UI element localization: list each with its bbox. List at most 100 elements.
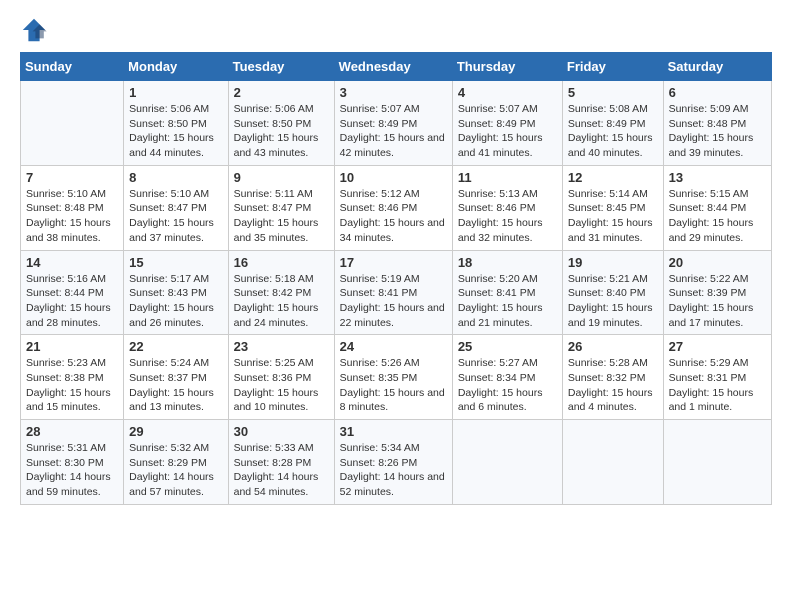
day-info: Sunrise: 5:28 AMSunset: 8:32 PMDaylight:… bbox=[568, 356, 658, 415]
day-info: Sunrise: 5:20 AMSunset: 8:41 PMDaylight:… bbox=[458, 272, 557, 331]
day-info: Sunrise: 5:34 AMSunset: 8:26 PMDaylight:… bbox=[340, 441, 447, 500]
day-cell: 25Sunrise: 5:27 AMSunset: 8:34 PMDayligh… bbox=[452, 335, 562, 420]
page-header bbox=[20, 16, 772, 44]
day-info: Sunrise: 5:29 AMSunset: 8:31 PMDaylight:… bbox=[669, 356, 766, 415]
logo bbox=[20, 16, 52, 44]
day-number: 11 bbox=[458, 170, 557, 185]
day-number: 18 bbox=[458, 255, 557, 270]
day-info: Sunrise: 5:21 AMSunset: 8:40 PMDaylight:… bbox=[568, 272, 658, 331]
day-info: Sunrise: 5:12 AMSunset: 8:46 PMDaylight:… bbox=[340, 187, 447, 246]
day-cell: 21 Sunrise: 5:23 AMSunset: 8:38 PMDayligh… bbox=[21, 335, 124, 420]
day-cell: 31Sunrise: 5:34 AMSunset: 8:26 PMDayligh… bbox=[334, 420, 452, 505]
day-number: 10 bbox=[340, 170, 447, 185]
col-tuesday: Tuesday bbox=[228, 53, 334, 81]
day-cell: 19 Sunrise: 5:21 AMSunset: 8:40 PMDayligh… bbox=[562, 250, 663, 335]
day-cell: 18 Sunrise: 5:20 AMSunset: 8:41 PMDayligh… bbox=[452, 250, 562, 335]
day-cell bbox=[21, 81, 124, 166]
day-number: 13 bbox=[669, 170, 766, 185]
day-info: Sunrise: 5:23 AMSunset: 8:38 PMDaylight:… bbox=[26, 356, 118, 415]
day-info: Sunrise: 5:22 AMSunset: 8:39 PMDaylight:… bbox=[669, 272, 766, 331]
day-info: Sunrise: 5:25 AMSunset: 8:36 PMDaylight:… bbox=[234, 356, 329, 415]
day-cell: 13 Sunrise: 5:15 AMSunset: 8:44 PMDayligh… bbox=[663, 165, 771, 250]
day-number: 7 bbox=[26, 170, 118, 185]
day-number: 27 bbox=[669, 339, 766, 354]
day-info: Sunrise: 5:18 AMSunset: 8:42 PMDaylight:… bbox=[234, 272, 329, 331]
day-number: 19 bbox=[568, 255, 658, 270]
day-number: 26 bbox=[568, 339, 658, 354]
day-number: 3 bbox=[340, 85, 447, 100]
day-cell: 11 Sunrise: 5:13 AMSunset: 8:46 PMDayligh… bbox=[452, 165, 562, 250]
day-number: 24 bbox=[340, 339, 447, 354]
day-info: Sunrise: 5:17 AMSunset: 8:43 PMDaylight:… bbox=[129, 272, 222, 331]
day-cell: 20 Sunrise: 5:22 AMSunset: 8:39 PMDayligh… bbox=[663, 250, 771, 335]
calendar-body: 1Sunrise: 5:06 AMSunset: 8:50 PMDaylight… bbox=[21, 81, 772, 505]
col-thursday: Thursday bbox=[452, 53, 562, 81]
day-info: Sunrise: 5:07 AMSunset: 8:49 PMDaylight:… bbox=[458, 102, 557, 161]
day-info: Sunrise: 5:14 AMSunset: 8:45 PMDaylight:… bbox=[568, 187, 658, 246]
day-cell bbox=[452, 420, 562, 505]
header-row: Sunday Monday Tuesday Wednesday Thursday… bbox=[21, 53, 772, 81]
day-cell bbox=[663, 420, 771, 505]
day-cell: 12 Sunrise: 5:14 AMSunset: 8:45 PMDayligh… bbox=[562, 165, 663, 250]
day-cell: 29 Sunrise: 5:32 AMSunset: 8:29 PMDayligh… bbox=[124, 420, 228, 505]
day-number: 23 bbox=[234, 339, 329, 354]
day-cell: 5Sunrise: 5:08 AMSunset: 8:49 PMDaylight… bbox=[562, 81, 663, 166]
day-cell: 22 Sunrise: 5:24 AMSunset: 8:37 PMDayligh… bbox=[124, 335, 228, 420]
day-number: 2 bbox=[234, 85, 329, 100]
day-info: Sunrise: 5:33 AMSunset: 8:28 PMDaylight:… bbox=[234, 441, 329, 500]
day-cell: 23 Sunrise: 5:25 AMSunset: 8:36 PMDayligh… bbox=[228, 335, 334, 420]
day-info: Sunrise: 5:13 AMSunset: 8:46 PMDaylight:… bbox=[458, 187, 557, 246]
day-info: Sunrise: 5:07 AMSunset: 8:49 PMDaylight:… bbox=[340, 102, 447, 161]
day-info: Sunrise: 5:10 AMSunset: 8:47 PMDaylight:… bbox=[129, 187, 222, 246]
day-number: 16 bbox=[234, 255, 329, 270]
day-info: Sunrise: 5:26 AMSunset: 8:35 PMDaylight:… bbox=[340, 356, 447, 415]
day-number: 30 bbox=[234, 424, 329, 439]
col-friday: Friday bbox=[562, 53, 663, 81]
col-sunday: Sunday bbox=[21, 53, 124, 81]
day-info: Sunrise: 5:16 AMSunset: 8:44 PMDaylight:… bbox=[26, 272, 118, 331]
day-number: 25 bbox=[458, 339, 557, 354]
day-number: 21 bbox=[26, 339, 118, 354]
day-number: 1 bbox=[129, 85, 222, 100]
day-number: 29 bbox=[129, 424, 222, 439]
day-number: 4 bbox=[458, 85, 557, 100]
day-cell: 27 Sunrise: 5:29 AMSunset: 8:31 PMDayligh… bbox=[663, 335, 771, 420]
day-number: 5 bbox=[568, 85, 658, 100]
day-cell: 28 Sunrise: 5:31 AMSunset: 8:30 PMDayligh… bbox=[21, 420, 124, 505]
day-cell: 7 Sunrise: 5:10 AMSunset: 8:48 PMDaylight… bbox=[21, 165, 124, 250]
day-cell: 8 Sunrise: 5:10 AMSunset: 8:47 PMDaylight… bbox=[124, 165, 228, 250]
day-number: 12 bbox=[568, 170, 658, 185]
day-number: 22 bbox=[129, 339, 222, 354]
week-row-3: 14Sunrise: 5:16 AMSunset: 8:44 PMDayligh… bbox=[21, 250, 772, 335]
day-cell: 1Sunrise: 5:06 AMSunset: 8:50 PMDaylight… bbox=[124, 81, 228, 166]
col-wednesday: Wednesday bbox=[334, 53, 452, 81]
day-cell: 24 Sunrise: 5:26 AMSunset: 8:35 PMDayligh… bbox=[334, 335, 452, 420]
day-cell: 2Sunrise: 5:06 AMSunset: 8:50 PMDaylight… bbox=[228, 81, 334, 166]
day-info: Sunrise: 5:32 AMSunset: 8:29 PMDaylight:… bbox=[129, 441, 222, 500]
col-saturday: Saturday bbox=[663, 53, 771, 81]
day-cell: 26 Sunrise: 5:28 AMSunset: 8:32 PMDayligh… bbox=[562, 335, 663, 420]
day-info: Sunrise: 5:24 AMSunset: 8:37 PMDaylight:… bbox=[129, 356, 222, 415]
day-cell: 16 Sunrise: 5:18 AMSunset: 8:42 PMDayligh… bbox=[228, 250, 334, 335]
week-row-2: 7 Sunrise: 5:10 AMSunset: 8:48 PMDaylight… bbox=[21, 165, 772, 250]
day-cell: 6Sunrise: 5:09 AMSunset: 8:48 PMDaylight… bbox=[663, 81, 771, 166]
day-cell: 3 Sunrise: 5:07 AMSunset: 8:49 PMDaylight… bbox=[334, 81, 452, 166]
week-row-4: 21 Sunrise: 5:23 AMSunset: 8:38 PMDayligh… bbox=[21, 335, 772, 420]
day-number: 15 bbox=[129, 255, 222, 270]
day-cell: 15 Sunrise: 5:17 AMSunset: 8:43 PMDayligh… bbox=[124, 250, 228, 335]
day-info: Sunrise: 5:19 AMSunset: 8:41 PMDaylight:… bbox=[340, 272, 447, 331]
day-number: 6 bbox=[669, 85, 766, 100]
day-cell: 14Sunrise: 5:16 AMSunset: 8:44 PMDayligh… bbox=[21, 250, 124, 335]
day-number: 17 bbox=[340, 255, 447, 270]
day-number: 9 bbox=[234, 170, 329, 185]
day-number: 20 bbox=[669, 255, 766, 270]
day-number: 8 bbox=[129, 170, 222, 185]
day-cell: 4 Sunrise: 5:07 AMSunset: 8:49 PMDaylight… bbox=[452, 81, 562, 166]
day-info: Sunrise: 5:15 AMSunset: 8:44 PMDaylight:… bbox=[669, 187, 766, 246]
logo-icon bbox=[20, 16, 48, 44]
day-cell: 10 Sunrise: 5:12 AMSunset: 8:46 PMDayligh… bbox=[334, 165, 452, 250]
day-number: 28 bbox=[26, 424, 118, 439]
day-info: Sunrise: 5:10 AMSunset: 8:48 PMDaylight:… bbox=[26, 187, 118, 246]
week-row-1: 1Sunrise: 5:06 AMSunset: 8:50 PMDaylight… bbox=[21, 81, 772, 166]
day-info: Sunrise: 5:31 AMSunset: 8:30 PMDaylight:… bbox=[26, 441, 118, 500]
